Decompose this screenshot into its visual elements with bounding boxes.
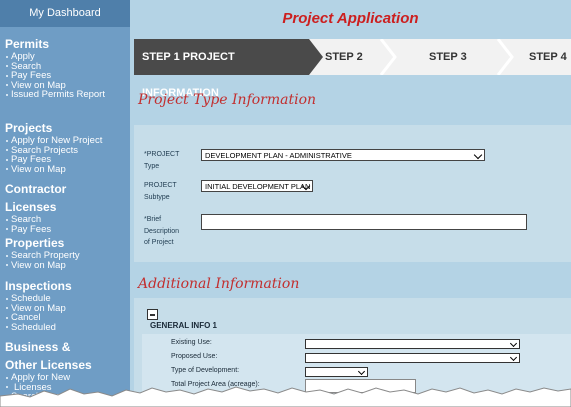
project-type-select[interactable]: DEVELOPMENT PLAN - ADMINISTRATIVE bbox=[201, 149, 485, 161]
proposed-use-select[interactable] bbox=[305, 353, 520, 363]
nav-permits-issued-report[interactable]: Issued Permits Report bbox=[5, 90, 105, 100]
type-of-development-select[interactable] bbox=[305, 367, 368, 377]
brief-description-label: *Brief Description of Project bbox=[144, 216, 180, 246]
step-progress-bar: STEP 1 PROJECT INFORMATION STEP 2 STEP 3… bbox=[134, 39, 571, 99]
step-3[interactable]: STEP 3 bbox=[429, 39, 467, 75]
nav-group-properties: Properties Search Property View on Map bbox=[5, 236, 80, 270]
nav-projects-view-on-map[interactable]: View on Map bbox=[5, 164, 102, 175]
nav-heading-projects: Projects bbox=[5, 121, 53, 135]
sidebar: My Dashboard Permits Apply Search Pay Fe… bbox=[0, 0, 130, 407]
existing-use-select[interactable] bbox=[305, 339, 520, 349]
section-title-project-type: Project Type Information bbox=[138, 92, 317, 108]
nav-heading-contractor: Contractor bbox=[5, 182, 67, 196]
chevron-down-icon bbox=[509, 339, 518, 348]
page-title: Project Application bbox=[282, 10, 419, 27]
chevron-down-icon bbox=[357, 367, 366, 376]
step-4[interactable]: STEP 4 bbox=[529, 39, 567, 75]
torn-edge-decoration bbox=[0, 386, 571, 407]
chevron-separator-icon bbox=[496, 39, 514, 75]
project-type-panel: *PROJECT Type DEVELOPMENT PLAN - ADMINIS… bbox=[134, 125, 571, 262]
nav-group-projects: Projects Apply for New Project Search Pr… bbox=[5, 121, 102, 174]
nav-heading-licenses: Licenses bbox=[5, 200, 57, 214]
step-2[interactable]: STEP 2 bbox=[325, 39, 363, 75]
step-1-active[interactable]: STEP 1 PROJECT INFORMATION bbox=[134, 39, 323, 99]
existing-use-label: Existing Use: bbox=[171, 339, 212, 346]
proposed-use-label: Proposed Use: bbox=[171, 353, 218, 360]
nav-properties-view-on-map[interactable]: View on Map bbox=[5, 260, 80, 271]
main-content: Project Application STEP 1 PROJECT INFOR… bbox=[130, 0, 571, 407]
chevron-down-icon bbox=[473, 150, 483, 160]
chevron-separator-icon bbox=[379, 39, 397, 75]
project-type-label: *PROJECT Type bbox=[144, 151, 180, 170]
nav-heading-other-licenses: Other Licenses bbox=[5, 358, 92, 372]
nav-heading-inspections: Inspections bbox=[5, 279, 72, 293]
chevron-down-icon bbox=[509, 353, 518, 362]
nav-inspections-scheduled[interactable]: Scheduled bbox=[5, 322, 72, 333]
my-dashboard-button[interactable]: My Dashboard bbox=[0, 0, 130, 27]
project-subtype-select[interactable]: INITIAL DEVELOPMENT PLAN bbox=[201, 180, 313, 192]
nav-group-contractor-licenses: Contractor Licenses Search Pay Fees bbox=[5, 182, 66, 234]
brief-description-input[interactable] bbox=[201, 214, 527, 230]
section-title-additional-info: Additional Information bbox=[138, 276, 300, 292]
nav-contractor-pay-fees[interactable]: Pay Fees bbox=[5, 224, 66, 235]
nav-heading-business: Business & bbox=[5, 340, 71, 354]
nav-group-inspections: Inspections Schedule View on Map Cancel … bbox=[5, 279, 72, 332]
type-of-development-label: Type of Development: bbox=[171, 367, 240, 374]
nav-group-permits: Permits Apply Search Pay Fees View on Ma… bbox=[5, 37, 105, 100]
collapse-toggle-button[interactable] bbox=[147, 309, 158, 320]
project-subtype-label: PROJECT Subtype bbox=[144, 182, 177, 201]
nav-heading-permits: Permits bbox=[5, 37, 50, 51]
general-info-heading: GENERAL INFO 1 bbox=[150, 321, 217, 330]
nav-heading-properties: Properties bbox=[5, 236, 65, 250]
